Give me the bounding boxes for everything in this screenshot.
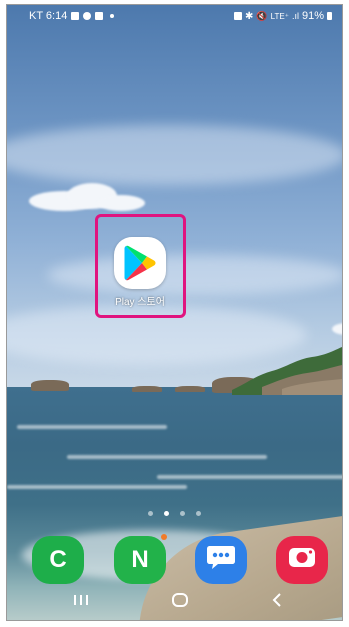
recents-icon[interactable] <box>61 588 101 612</box>
wallpaper-wave <box>7 485 187 489</box>
google-play-icon[interactable] <box>114 237 166 289</box>
page-dot-active <box>164 511 169 516</box>
carrier-time: KT 6:14 <box>29 10 68 22</box>
page-indicator <box>7 511 342 516</box>
wallpaper-cloud <box>97 195 145 211</box>
bluetooth-icon: ✱ <box>245 10 254 22</box>
more-notifications-icon <box>110 14 115 18</box>
navigation-bar <box>7 580 342 620</box>
wallpaper-haze <box>47 255 342 295</box>
camera-app[interactable] <box>276 536 328 584</box>
phone-screen: KT 6:14 ✱ 🔇 LTE⁺ .ıl 91% Play 스토어 C N <box>6 4 343 621</box>
chat-icon <box>83 12 92 20</box>
wallpaper-haze <box>7 125 342 185</box>
play-store-app[interactable]: Play 스토어 <box>100 237 180 308</box>
contacts-app-letter: C <box>49 546 67 573</box>
wallpaper-rock <box>31 380 69 391</box>
signal-icon: .ıl <box>291 11 299 21</box>
status-right: ✱ 🔇 LTE⁺ .ıl 91% <box>234 10 332 22</box>
app-label: Play 스토어 <box>115 297 165 308</box>
alarm-icon <box>234 12 243 20</box>
network-type: LTE⁺ <box>270 11 289 21</box>
mute-icon: 🔇 <box>256 10 268 21</box>
calendar-icon <box>95 12 104 20</box>
gallery-icon <box>71 12 80 20</box>
battery-percent: 91% <box>301 10 324 22</box>
notification-badge <box>161 534 167 540</box>
page-dot <box>196 511 201 516</box>
messages-app[interactable] <box>195 536 247 584</box>
camera-icon <box>287 545 317 576</box>
naver-app-letter: N <box>131 546 149 573</box>
wallpaper-rock <box>132 386 162 392</box>
wallpaper-wave <box>17 425 167 429</box>
page-dot <box>148 511 153 516</box>
wallpaper-wave <box>67 455 267 459</box>
chat-bubble-icon <box>206 544 236 577</box>
wallpaper-rock <box>175 386 205 392</box>
status-left: KT 6:14 <box>29 10 115 22</box>
status-bar: KT 6:14 ✱ 🔇 LTE⁺ .ıl 91% <box>7 5 342 27</box>
battery-icon <box>327 12 332 20</box>
wallpaper-wave <box>157 475 342 479</box>
contacts-app[interactable]: C <box>32 536 84 584</box>
page-dot <box>180 511 185 516</box>
back-icon[interactable] <box>257 588 297 612</box>
wallpaper-headland <box>232 345 342 395</box>
naver-app[interactable]: N <box>114 534 167 584</box>
home-icon[interactable] <box>160 588 200 612</box>
